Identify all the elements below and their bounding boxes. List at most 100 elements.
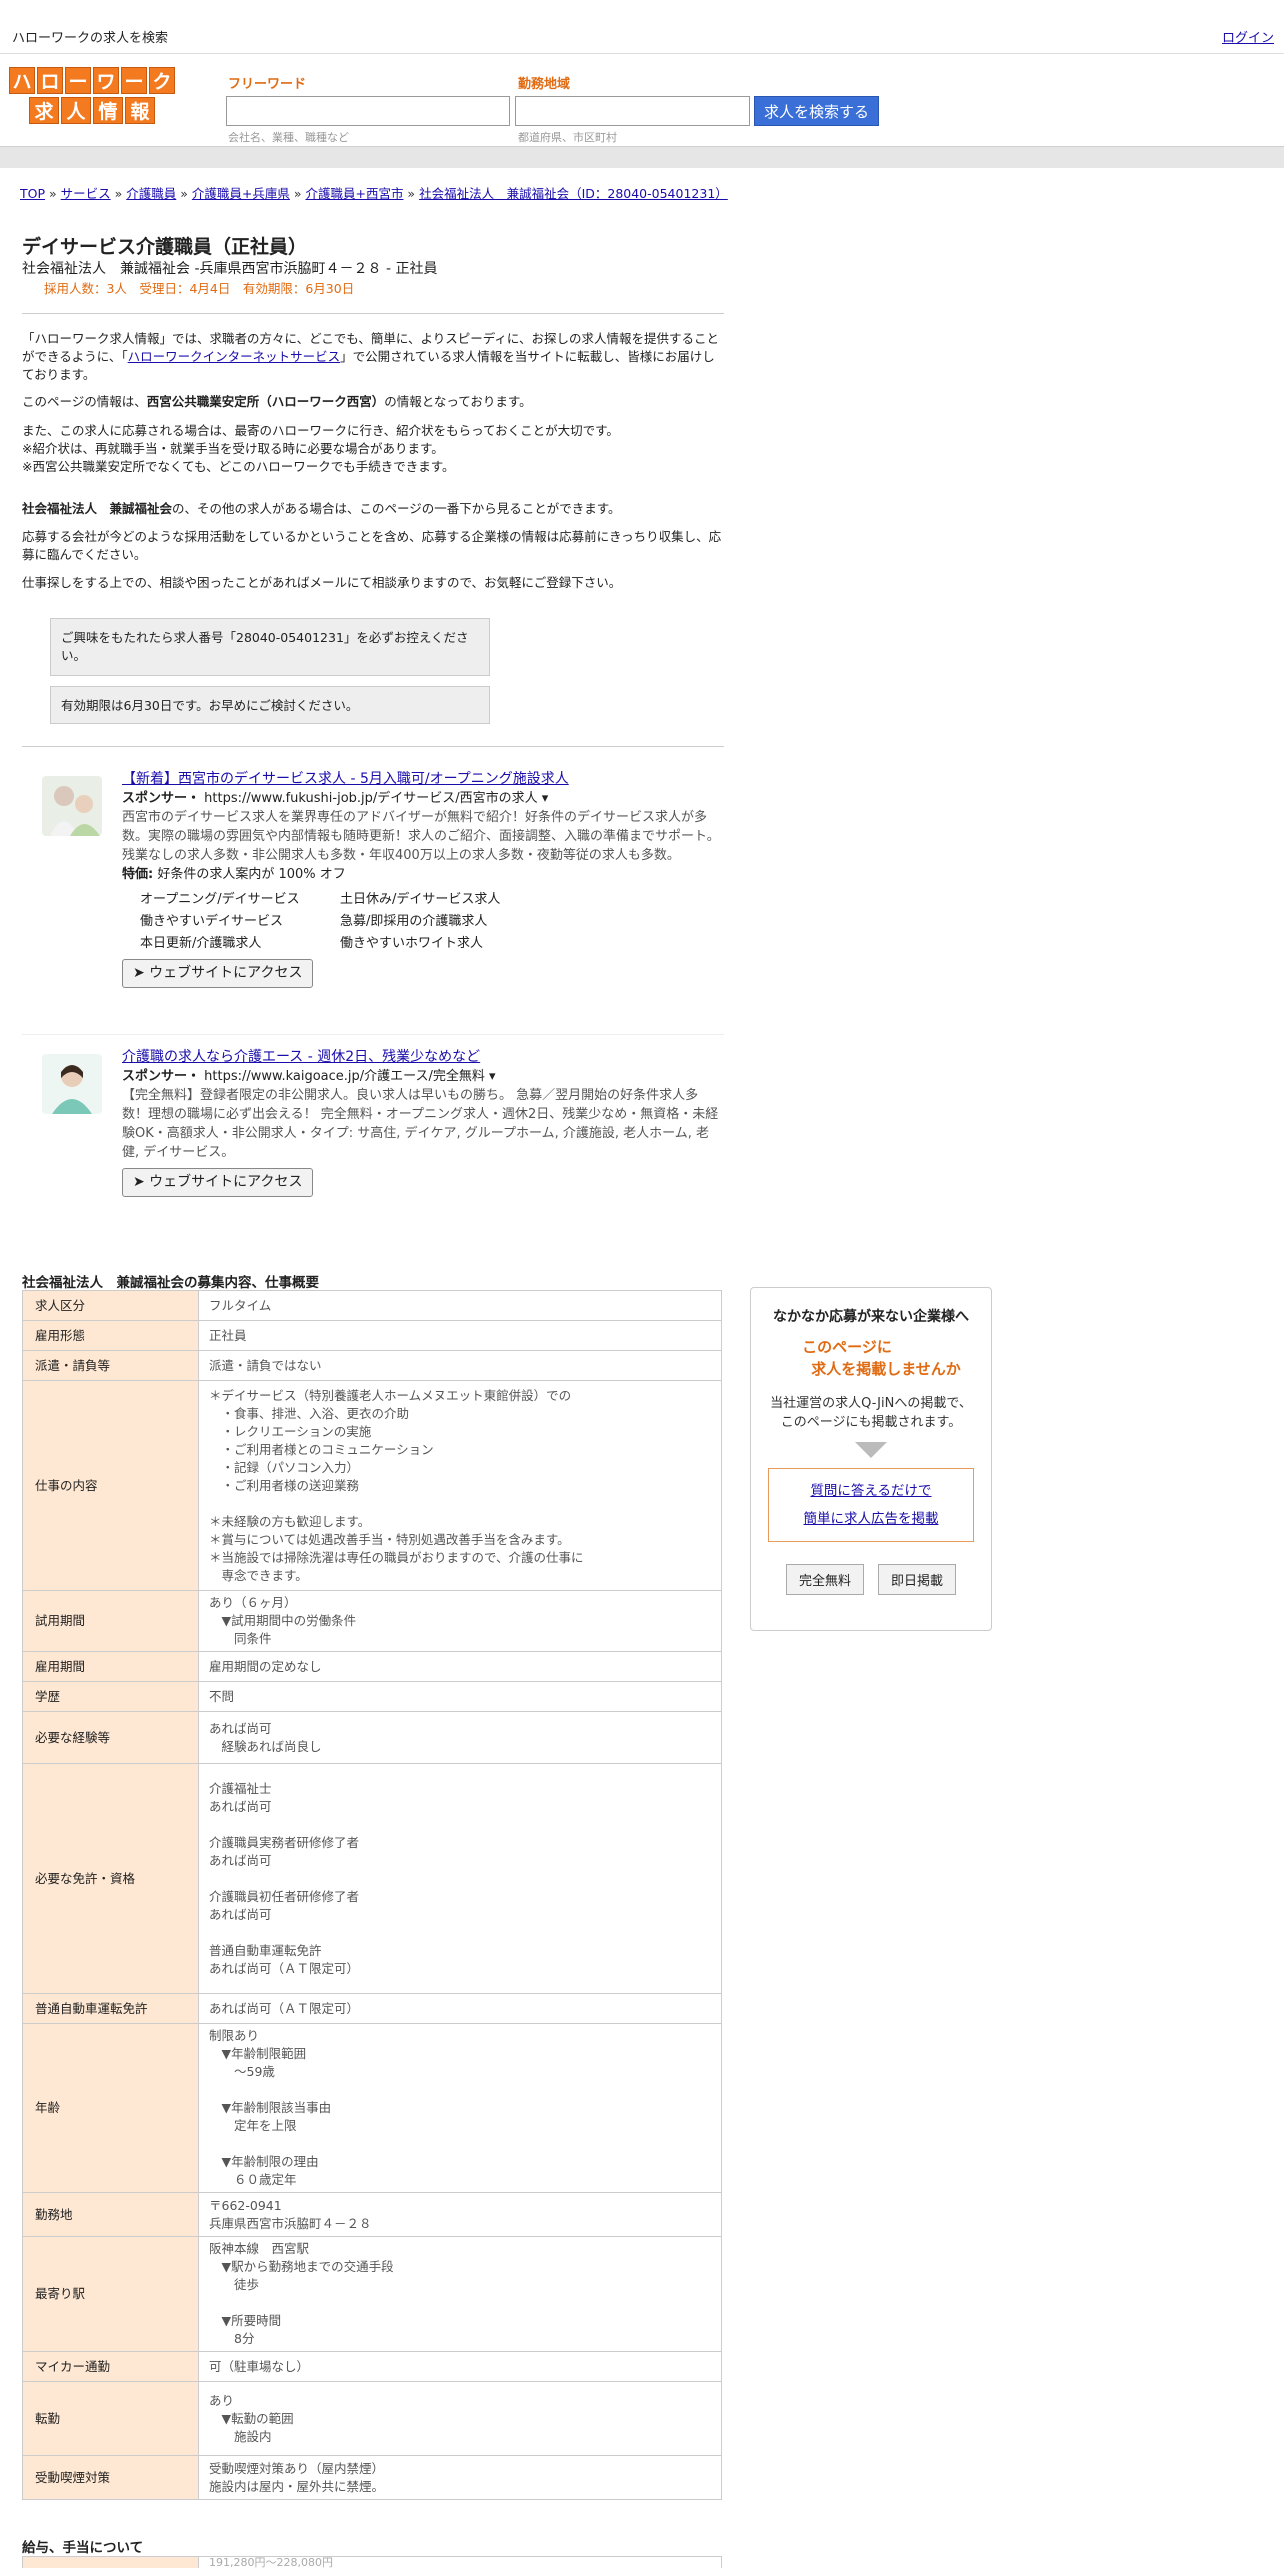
logo-char: 報 (125, 97, 155, 124)
hellowork-logo[interactable]: ハローワーク 求人情報 (4, 67, 180, 125)
details-value: 不問 (198, 1681, 722, 1712)
logo-char: ハ (9, 67, 35, 94)
details-row: 勤務地 〒662-0941 兵庫県西宮市浜脇町４－２８ (22, 2192, 722, 2237)
promo-heading: なかなか応募が来ない企業様へ (773, 1309, 969, 1325)
keyword-label: フリーワード (228, 77, 307, 92)
sponsored-ad-2: 介護職の求人なら介護エース - 週休2日、残業少なめなど スポンサー・ http… (22, 1048, 724, 1218)
details-value: 派遣・請負ではない (198, 1350, 722, 1381)
intro-paragraph-1: 「ハローワーク求人情報」では、求職者の方々に、どこでも、簡単に、よりスピーディに… (22, 331, 720, 382)
notice-expiry: 有効期限は6月30日です。お早めにご検討ください。 (50, 686, 490, 724)
ad-photo-elderly-care[interactable] (42, 776, 102, 836)
intro-paragraph-5: 応募する会社が今どのような採用活動をしているかということを含め、応募する企業様の… (22, 529, 722, 562)
salary-table: 191,280円〜228,080円 (22, 2556, 722, 2568)
logo-char: ー (65, 67, 91, 94)
breadcrumb: TOP » サービス » 介護職員 » 介護職員+兵庫県 » 介護職員+西宮市 … (20, 183, 728, 202)
promo-link-post-ad[interactable]: 簡単に求人広告を掲載 (804, 1511, 939, 1527)
ad-1-sitelink[interactable]: 本日更新/介護職求人 (140, 934, 340, 953)
details-row: 転勤 あり ▼転勤の範囲 施設内 (22, 2381, 722, 2456)
details-value: ＊デイサービス（特別養護老人ホームメヌエット東館併設）での ・食事、排泄、入浴、… (198, 1380, 722, 1591)
ad-1-visit-button[interactable]: ➤ ウェブサイトにアクセス (122, 959, 314, 988)
breadcrumb-link[interactable]: 介護職員+兵庫県 (192, 186, 290, 201)
details-key: 必要な免許・資格 (22, 1763, 199, 1994)
employer-promo-box: なかなか応募が来ない企業様へ このページに 求人を掲載しませんか 当社運営の求人… (750, 1287, 992, 1631)
breadcrumb-link[interactable]: 介護職員 (126, 186, 176, 201)
breadcrumb-separator: » (110, 186, 127, 201)
logo-char: 人 (61, 97, 91, 124)
details-row: 派遣・請負等 派遣・請負ではない (22, 1350, 722, 1381)
details-value: 正社員 (198, 1320, 722, 1351)
details-key: マイカー通勤 (22, 2351, 199, 2382)
job-meta: 採用人数：3人 受理日：4月4日 有効期限：6月30日 (44, 281, 355, 296)
search-button[interactable]: 求人を検索する (754, 96, 879, 126)
details-value: あれば尚可（ＡＴ限定可） (198, 1993, 722, 2024)
keyword-input[interactable] (226, 96, 510, 126)
details-row: 最寄り駅 阪神本線 西宮駅 ▼駅から勤務地までの交通手段 徒歩 ▼所要時間 8分 (22, 2236, 722, 2352)
intro-paragraph-6: 仕事探しをする上での、相談や困ったことがあればメールにて相談承りますので、お気軽… (22, 575, 622, 590)
details-value: 制限あり ▼年齢制限範囲 〜59歳 ▼年齢制限該当事由 定年を上限 ▼年齢制限の… (198, 2023, 722, 2193)
logo-char: 情 (93, 97, 123, 124)
breadcrumb-link[interactable]: 介護職員+西宮市 (305, 186, 403, 201)
area-input[interactable] (515, 96, 750, 126)
details-row: 普通自動車運転免許 あれば尚可（ＡＴ限定可） (22, 1993, 722, 2024)
details-row: 学歴 不問 (22, 1681, 722, 1712)
details-value: フルタイム (198, 1290, 722, 1321)
breadcrumb-link[interactable]: 社会福祉法人 兼誠福祉会（ID：28040-05401231） (419, 186, 728, 201)
details-row: 年齢 制限あり ▼年齢制限範囲 〜59歳 ▼年齢制限該当事由 定年を上限 ▼年齢制… (22, 2023, 722, 2193)
logo-char: ロ (37, 67, 63, 94)
down-arrow-icon (855, 1442, 887, 1458)
logo-char: ー (121, 67, 147, 94)
details-key: 求人区分 (22, 1290, 199, 1321)
details-value: 介護福祉士 あれば尚可 介護職員実務者研修修了者 あれば尚可 介護職員初任者研修… (198, 1763, 722, 1994)
site-search-title: ハローワークの求人を検索 (12, 31, 169, 46)
details-value: あれば尚可 経験あれば尚良し (198, 1711, 722, 1764)
ad-1-description: 西宮市のデイサービス求人を業界専任のアドバイザーが無料で紹介！好条件のデイサービ… (122, 810, 720, 863)
same-day-badge-button[interactable]: 即日掲載 (878, 1564, 957, 1595)
breadcrumb-separator: » (176, 186, 192, 201)
breadcrumb-link[interactable]: サービス (61, 186, 111, 201)
details-value: 受動喫煙対策あり（屋内禁煙） 施設内は屋内・屋外共に禁煙。 (198, 2455, 722, 2500)
details-row: 試用期間 あり（６ヶ月） ▼試用期間中の労働条件 同条件 (22, 1590, 722, 1652)
details-value: 阪神本線 西宮駅 ▼駅から勤務地までの交通手段 徒歩 ▼所要時間 8分 (198, 2236, 722, 2352)
details-row: 求人区分 フルタイム (22, 1290, 722, 1321)
intro-paragraph-4: 社会福祉法人 兼誠福祉会の、その他の求人がある場合は、このページの一番下から見る… (22, 501, 621, 516)
keyword-hint: 会社名、業種、職種など (228, 131, 349, 144)
details-key: 試用期間 (22, 1590, 199, 1652)
ad-2-sponsor: スポンサー・ https://www.kaigoace.jp/介護エース/完全無… (122, 1069, 496, 1084)
details-key: 必要な経験等 (22, 1711, 199, 1764)
ad-1-sitelink[interactable]: 急募/即採用の介護職求人 (340, 912, 540, 931)
ad-1-sitelink[interactable]: 土日休み/デイサービス求人 (340, 890, 540, 909)
sponsored-ad-1: 【新着】西宮市のデイサービス求人 - 5月入職可/オープニング施設求人 スポンサ… (22, 770, 724, 1030)
breadcrumb-link[interactable]: TOP (20, 186, 45, 201)
details-row: 必要な経験等 あれば尚可 経験あれば尚良し (22, 1711, 722, 1764)
hellowork-internet-link[interactable]: ハローワークインターネットサービス (128, 349, 341, 364)
logo-char: ワ (93, 67, 119, 94)
ad-1-sitelink[interactable]: 働きやすいホワイト求人 (340, 934, 540, 953)
logo-char: ク (149, 67, 175, 94)
details-key: 学歴 (22, 1681, 199, 1712)
ad-1-sitelink[interactable]: 働きやすいデイサービス (140, 912, 340, 931)
breadcrumb-separator: » (403, 186, 420, 201)
details-value: 〒662-0941 兵庫県西宮市浜脇町４－２８ (198, 2192, 722, 2237)
login-link[interactable]: ログイン (1222, 27, 1274, 46)
promo-link-questions[interactable]: 質問に答えるだけで (810, 1483, 931, 1499)
ad-2-visit-button[interactable]: ➤ ウェブサイトにアクセス (122, 1168, 314, 1197)
area-label: 勤務地域 (518, 77, 571, 92)
ad-1-title-link[interactable]: 【新着】西宮市のデイサービス求人 - 5月入職可/オープニング施設求人 (122, 771, 569, 787)
promo-description: 当社運営の求人Q-JiNへの掲載で、 このページにも掲載されます。 (770, 1396, 972, 1430)
salary-section-title: 給与、手当について (22, 2540, 144, 2556)
breadcrumb-separator: » (289, 186, 306, 201)
divider (22, 313, 724, 314)
details-key: 仕事の内容 (22, 1380, 199, 1591)
intro-paragraph-3: また、この求人に応募される場合は、最寄のハローワークに行き、紹介状をもらっておく… (22, 423, 619, 474)
area-hint: 都道府県、市区町村 (518, 131, 617, 144)
salary-table-key-cell (23, 2557, 199, 2568)
ad-1-sitelink[interactable]: オープニング/デイサービス (140, 890, 340, 909)
free-badge-button[interactable]: 完全無料 (785, 1564, 864, 1595)
details-key: 最寄り駅 (22, 2236, 199, 2352)
ad-2-title-link[interactable]: 介護職の求人なら介護エース - 週休2日、残業少なめなど (122, 1049, 480, 1065)
intro-paragraph-2: このページの情報は、西宮公共職業安定所（ハローワーク西宮）の情報となっております… (22, 394, 532, 409)
details-value: 可（駐車場なし） (198, 2351, 722, 2382)
ad-photo-care-worker[interactable] (42, 1054, 102, 1114)
details-key: 受動喫煙対策 (22, 2455, 199, 2500)
job-details-table: 求人区分 フルタイム 雇用形態 正社員 派遣・請負等 派遣・請負ではない 仕事の内容 ＊デイサ… (22, 1290, 722, 2500)
